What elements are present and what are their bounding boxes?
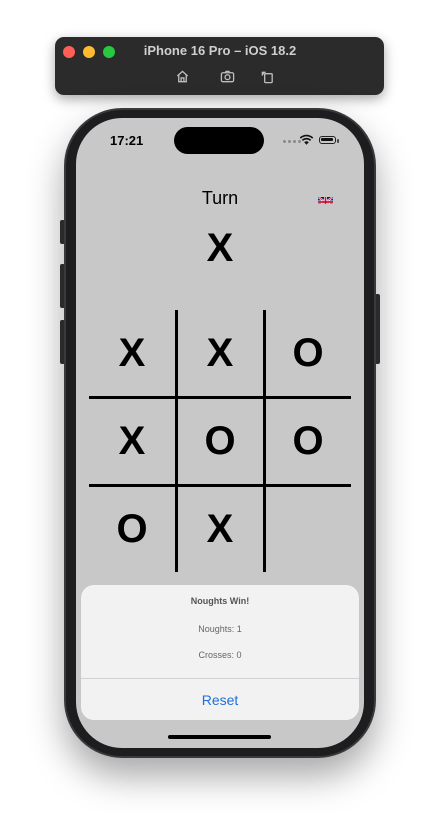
turn-label: Turn	[201, 188, 239, 208]
uk-flag-icon[interactable]	[318, 194, 333, 204]
screenshot-icon[interactable]	[219, 68, 235, 84]
status-time: 17:21	[110, 133, 144, 148]
rotate-icon[interactable]	[259, 68, 275, 84]
board-cell-2[interactable]: X	[177, 310, 263, 396]
game-board: X X O X O O O X	[89, 310, 351, 572]
board-cell-6[interactable]: O	[265, 398, 351, 484]
app-screen: 17:21 Turn X X X O X O O O X Noughts Win…	[76, 118, 364, 748]
current-player-mark: X	[206, 226, 234, 270]
home-icon[interactable]	[174, 68, 190, 84]
close-window-button[interactable]	[63, 46, 75, 58]
home-indicator[interactable]	[168, 735, 271, 739]
zoom-window-button[interactable]	[103, 46, 115, 58]
board-cell-5[interactable]: O	[177, 398, 263, 484]
minimize-window-button[interactable]	[83, 46, 95, 58]
battery-cap	[337, 139, 339, 143]
board-cell-4[interactable]: X	[89, 398, 175, 484]
game-over-alert: Noughts Win! Noughts: 1 Crosses: 0 Reset	[81, 585, 359, 720]
simulator-title: iPhone 16 Pro – iOS 18.2	[143, 43, 297, 58]
board-cell-7[interactable]: O	[89, 486, 175, 572]
battery-icon	[319, 136, 336, 144]
board-cell-1[interactable]: X	[89, 310, 175, 396]
reset-button[interactable]: Reset	[81, 679, 359, 720]
wifi-icon	[299, 134, 314, 145]
noughts-score: Noughts: 1	[198, 624, 242, 634]
board-cell-8[interactable]: X	[177, 486, 263, 572]
board-cell-9[interactable]	[265, 486, 351, 572]
alert-title: Noughts Win!	[190, 596, 250, 606]
dynamic-island	[174, 127, 264, 154]
board-cell-3[interactable]: O	[265, 310, 351, 396]
crosses-score: Crosses: 0	[198, 650, 242, 660]
